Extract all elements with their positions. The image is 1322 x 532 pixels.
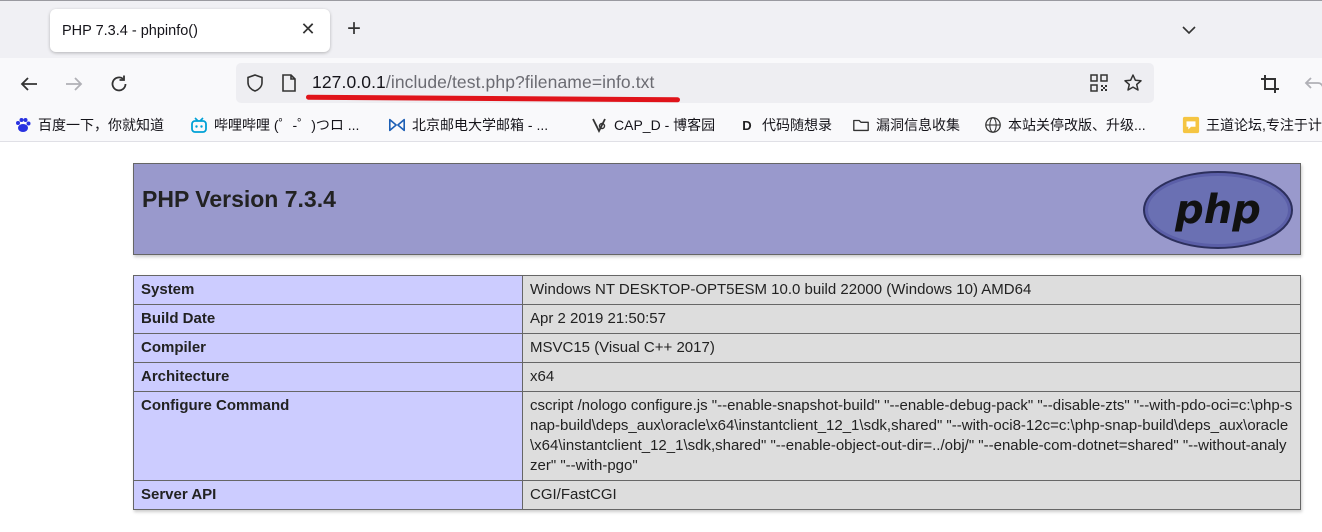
wangdao-icon [1182, 116, 1200, 134]
row-key: Server API [133, 480, 523, 510]
bookmarks-toolbar: 百度一下，你就知道 哔哩哔哩 (゜-゜)つロ ... 北京邮电大学邮箱 - ..… [0, 108, 1322, 142]
forward-arrow-icon[interactable] [60, 70, 88, 98]
code-icon: D [742, 117, 752, 133]
url-text[interactable]: 127.0.0.1/include/test.php?filename=info… [312, 72, 655, 93]
close-tab-icon[interactable]: ✕ [298, 19, 318, 39]
bookmark-label: 王道论坛,专注于计 [1206, 117, 1322, 133]
table-row: System Windows NT DESKTOP-OPT5ESM 10.0 b… [133, 275, 1301, 305]
bookmark-wangdao[interactable]: 王道论坛,专注于计 [1182, 114, 1322, 136]
cnblogs-icon [590, 116, 608, 134]
page-title: PHP Version 7.3.4 [142, 186, 336, 212]
row-key: System [133, 275, 523, 305]
undo-arrow-icon[interactable] [1300, 70, 1322, 98]
folder-icon [852, 116, 870, 134]
row-value: CGI/FastCGI [522, 480, 1301, 510]
bookmark-globe[interactable]: 本站关停改版、升级... [984, 114, 1146, 136]
red-annotation-underline [305, 94, 681, 103]
baidu-icon [14, 116, 32, 134]
bookmark-code[interactable]: D 代码随想录 [738, 114, 832, 136]
table-row: Compiler MSVC15 (Visual C++ 2017) [133, 333, 1301, 363]
bookmark-label: 哔哩哔哩 (゜-゜)つロ ... [214, 117, 360, 133]
bookmark-label: CAP_D - 博客园 [614, 117, 716, 133]
row-key: Compiler [133, 333, 523, 363]
row-key: Architecture [133, 362, 523, 392]
row-value: cscript /nologo configure.js "--enable-s… [522, 391, 1301, 481]
bookmark-label: 北京邮电大学邮箱 - ... [412, 117, 549, 133]
table-row: Build Date Apr 2 2019 21:50:57 [133, 304, 1301, 334]
php-logo: php [1142, 170, 1294, 250]
table-row: Architecture x64 [133, 362, 1301, 392]
bookmark-baidu[interactable]: 百度一下，你就知道 [14, 114, 164, 136]
table-row: Configure Command cscript /nologo config… [133, 391, 1301, 481]
phpinfo-table: System Windows NT DESKTOP-OPT5ESM 10.0 b… [133, 275, 1301, 510]
row-value: MSVC15 (Visual C++ 2017) [522, 333, 1301, 363]
row-key: Configure Command [133, 391, 523, 481]
active-tab[interactable]: PHP 7.3.4 - phpinfo() ✕ [50, 9, 330, 52]
row-value: Windows NT DESKTOP-OPT5ESM 10.0 build 22… [522, 275, 1301, 305]
bilibili-icon [190, 116, 208, 134]
bookmark-label: 本站关停改版、升级... [1008, 117, 1146, 133]
url-host: 127.0.0.1 [312, 72, 386, 92]
new-tab-button[interactable]: + [342, 17, 366, 43]
php-version-header: PHP Version 7.3.4 php [133, 163, 1301, 255]
page-content: PHP Version 7.3.4 php System Windows NT … [0, 143, 1322, 532]
bookmark-folder[interactable]: 漏洞信息收集 [852, 114, 960, 136]
tab-strip: PHP 7.3.4 - phpinfo() ✕ + [0, 0, 1322, 58]
navigation-toolbar: 127.0.0.1/include/test.php?filename=info… [0, 58, 1322, 108]
chevron-down-icon[interactable] [1178, 19, 1200, 41]
back-arrow-icon[interactable] [15, 70, 43, 98]
screenshot-crop-icon[interactable] [1256, 70, 1284, 98]
bookmark-label: 百度一下，你就知道 [38, 117, 164, 133]
globe-icon [984, 116, 1002, 134]
table-row: Server API CGI/FastCGI [133, 480, 1301, 510]
url-path: /include/test.php?filename=info.txt [385, 72, 655, 92]
shield-icon[interactable] [244, 72, 266, 94]
bookmark-bupt-mail[interactable]: 北京邮电大学邮箱 - ... [388, 114, 548, 136]
bookmark-label: 漏洞信息收集 [876, 117, 960, 133]
php-logo-text: php [1174, 187, 1261, 233]
bookmark-cnblogs[interactable]: CAP_D - 博客园 [590, 114, 715, 136]
reload-icon[interactable] [105, 70, 133, 98]
bookmark-label: 代码随想录 [762, 117, 832, 133]
star-bookmark-icon[interactable] [1122, 72, 1144, 94]
row-key: Build Date [133, 304, 523, 334]
page-icon[interactable] [278, 72, 300, 94]
address-bar[interactable]: 127.0.0.1/include/test.php?filename=info… [236, 63, 1154, 103]
row-value: x64 [522, 362, 1301, 392]
tab-title: PHP 7.3.4 - phpinfo() [62, 22, 198, 39]
bookmark-bilibili[interactable]: 哔哩哔哩 (゜-゜)つロ ... [190, 114, 359, 136]
row-value: Apr 2 2019 21:50:57 [522, 304, 1301, 334]
qr-code-icon[interactable] [1088, 72, 1110, 94]
bupt-mail-icon [388, 116, 406, 134]
